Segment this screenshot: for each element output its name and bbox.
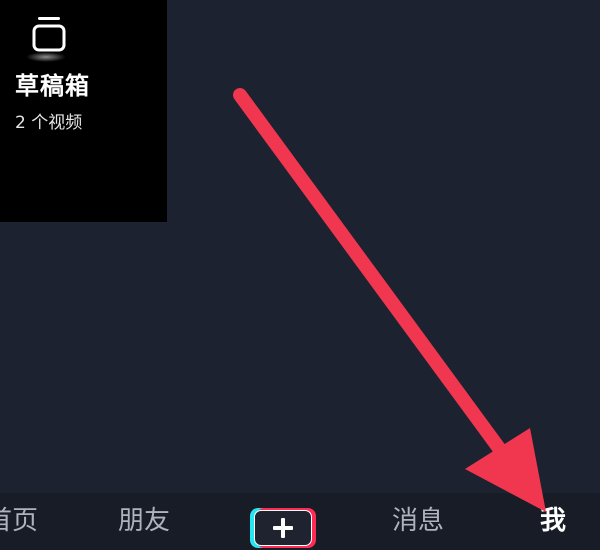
create-video-button[interactable] xyxy=(250,508,316,548)
plus-icon xyxy=(273,518,293,538)
nav-tab-home[interactable]: 首页 xyxy=(0,493,38,550)
drafts-video-count: 2 个视频 xyxy=(15,113,83,133)
nav-tab-me[interactable]: 我 xyxy=(540,493,566,550)
nav-tab-messages[interactable]: 消息 xyxy=(392,493,444,550)
drafts-title: 草稿箱 xyxy=(15,72,90,100)
drafts-box-icon xyxy=(32,17,66,52)
nav-tab-friends[interactable]: 朋友 xyxy=(118,493,170,550)
profile-screen: 草稿箱 2 个视频 首页 朋友 消息 我 xyxy=(0,0,600,550)
drafts-card[interactable]: 草稿箱 2 个视频 xyxy=(0,0,167,222)
drafts-icon-glow xyxy=(26,52,66,62)
